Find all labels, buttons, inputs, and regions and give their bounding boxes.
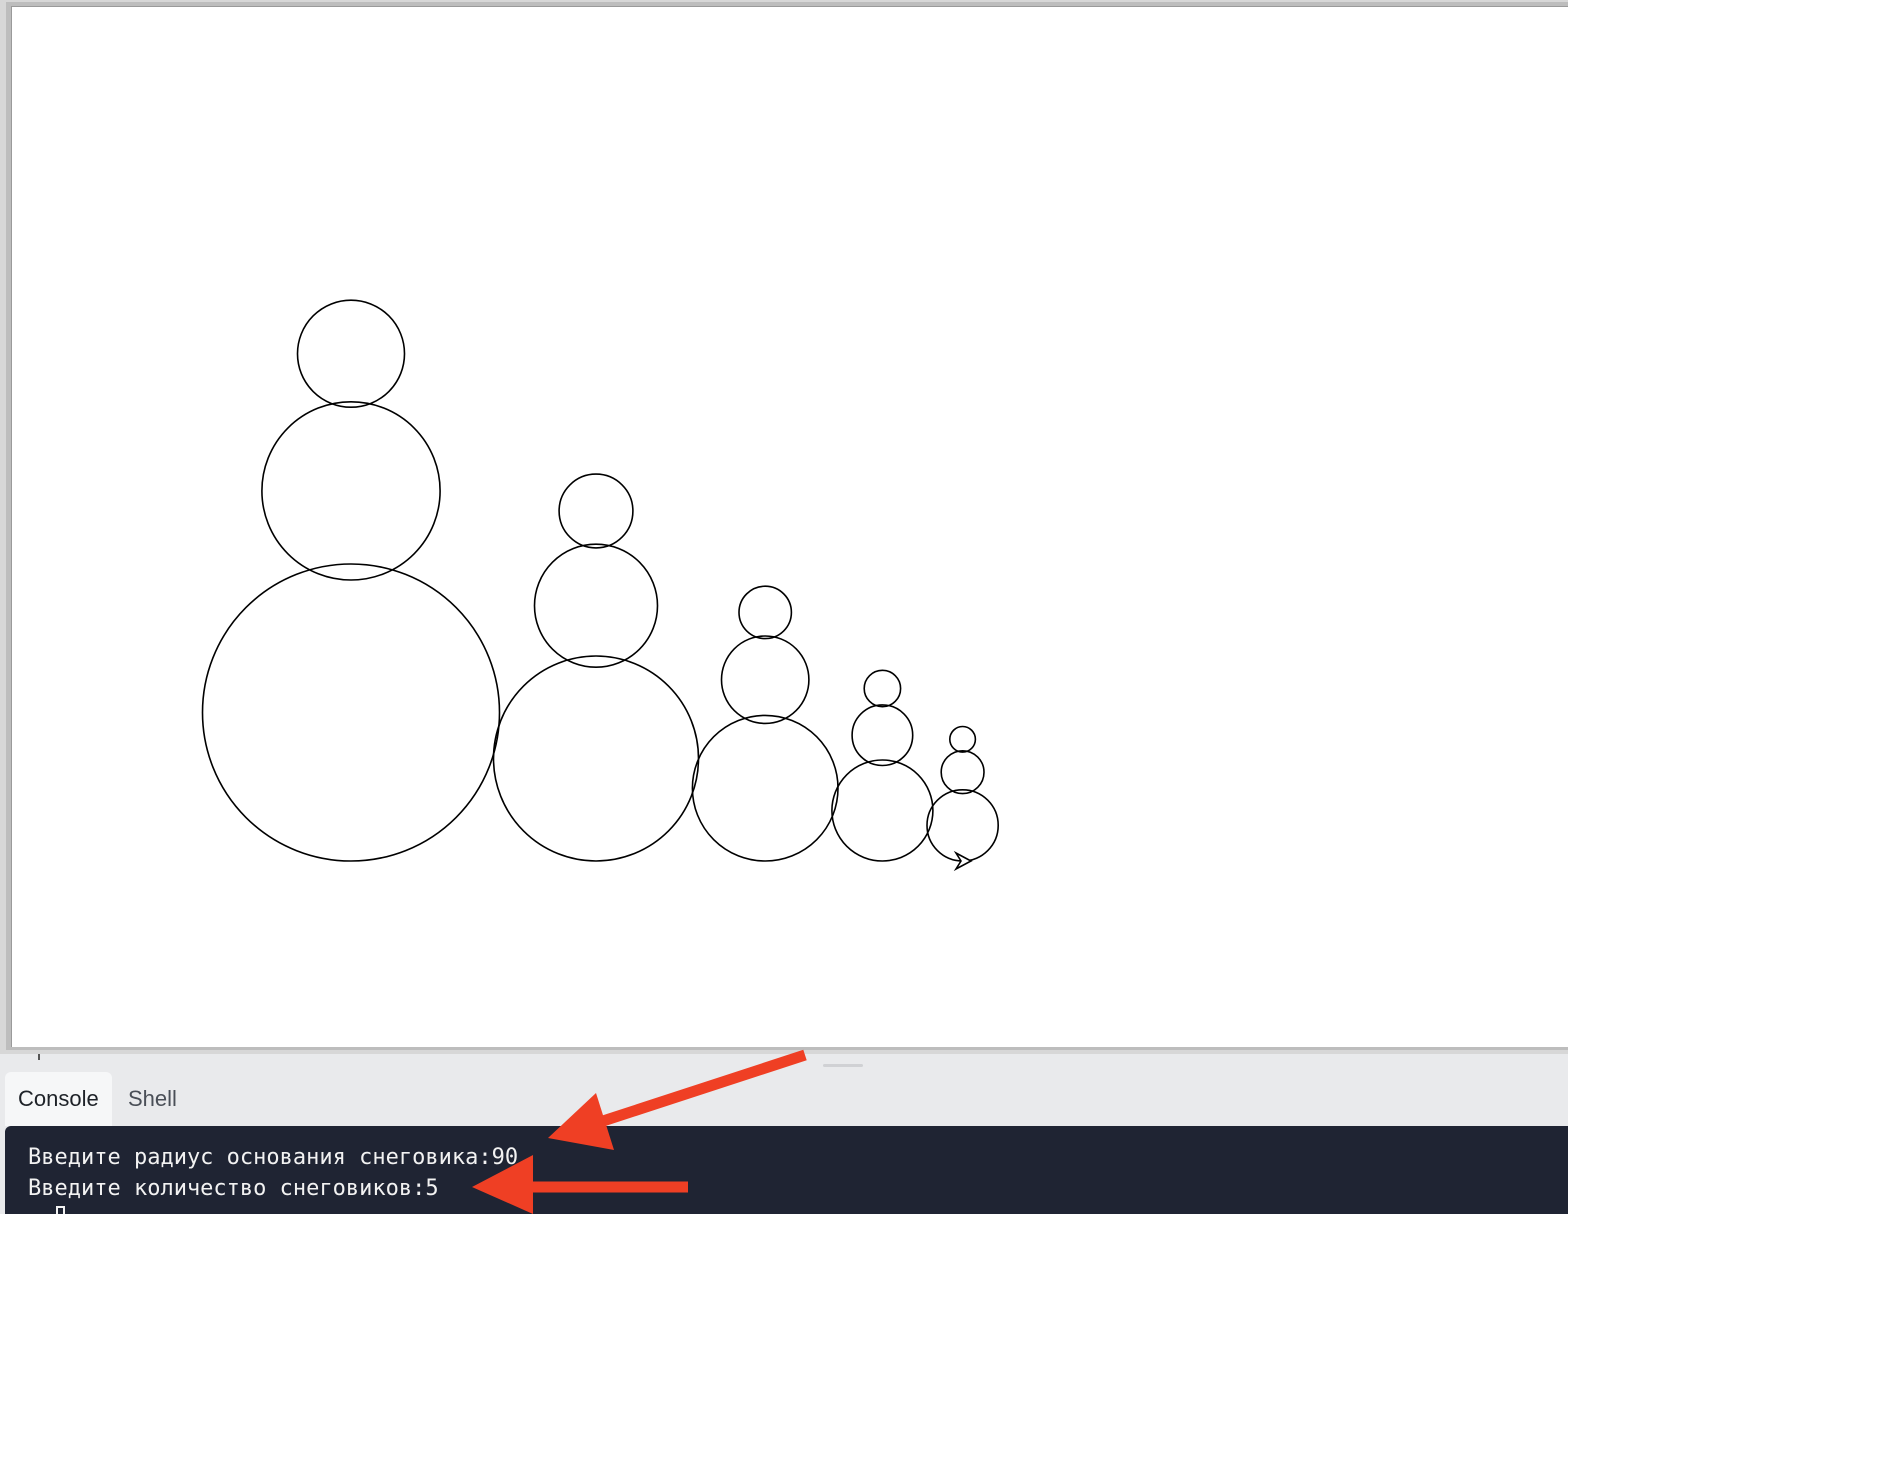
- snowman-head-circle: [738, 585, 793, 640]
- snowman-body-circle: [201, 563, 501, 862]
- console-output[interactable]: Введите радиус основания снеговика:90 Вв…: [5, 1126, 1568, 1214]
- snowman: [831, 669, 934, 862]
- output-tab-bar: Console Shell: [0, 1072, 1568, 1126]
- snowmen-drawing: [201, 299, 999, 872]
- snowman-middle-circle: [720, 635, 810, 725]
- console-line: Введите радиус основания снеговика:90: [28, 1145, 519, 1170]
- turtle-canvas-panel: [0, 0, 1568, 1054]
- tab-shell[interactable]: Shell: [115, 1072, 190, 1126]
- block-cursor-icon: [56, 1206, 65, 1214]
- snowman: [691, 585, 839, 862]
- splitter-handle[interactable]: [823, 1064, 863, 1067]
- snowman-middle-circle: [940, 749, 985, 795]
- snowman-body-circle: [492, 655, 700, 862]
- snowman-body-circle: [691, 714, 839, 862]
- tab-console[interactable]: Console: [5, 1072, 112, 1126]
- panel-splitter[interactable]: [0, 1054, 1568, 1072]
- snowman: [492, 473, 700, 862]
- snowman-middle-circle: [533, 543, 659, 669]
- snowman-head-circle: [863, 669, 902, 708]
- snowman-body-circle: [926, 789, 999, 862]
- snowman-middle-circle: [261, 400, 441, 581]
- splitter-tick: [38, 1054, 40, 1060]
- snowman-middle-circle: [851, 704, 914, 767]
- snowman-head-circle: [296, 299, 406, 409]
- snowman-head-circle: [558, 473, 634, 549]
- snowman-head-circle: [948, 725, 977, 753]
- turtle-canvas[interactable]: [11, 6, 1568, 1047]
- snowman: [926, 725, 999, 862]
- app-window: Console Shell Введите радиус основания с…: [0, 0, 1568, 1214]
- snowman: [201, 299, 501, 862]
- console-line: Введите количество снеговиков:5: [28, 1176, 439, 1201]
- snowman-body-circle: [831, 759, 934, 862]
